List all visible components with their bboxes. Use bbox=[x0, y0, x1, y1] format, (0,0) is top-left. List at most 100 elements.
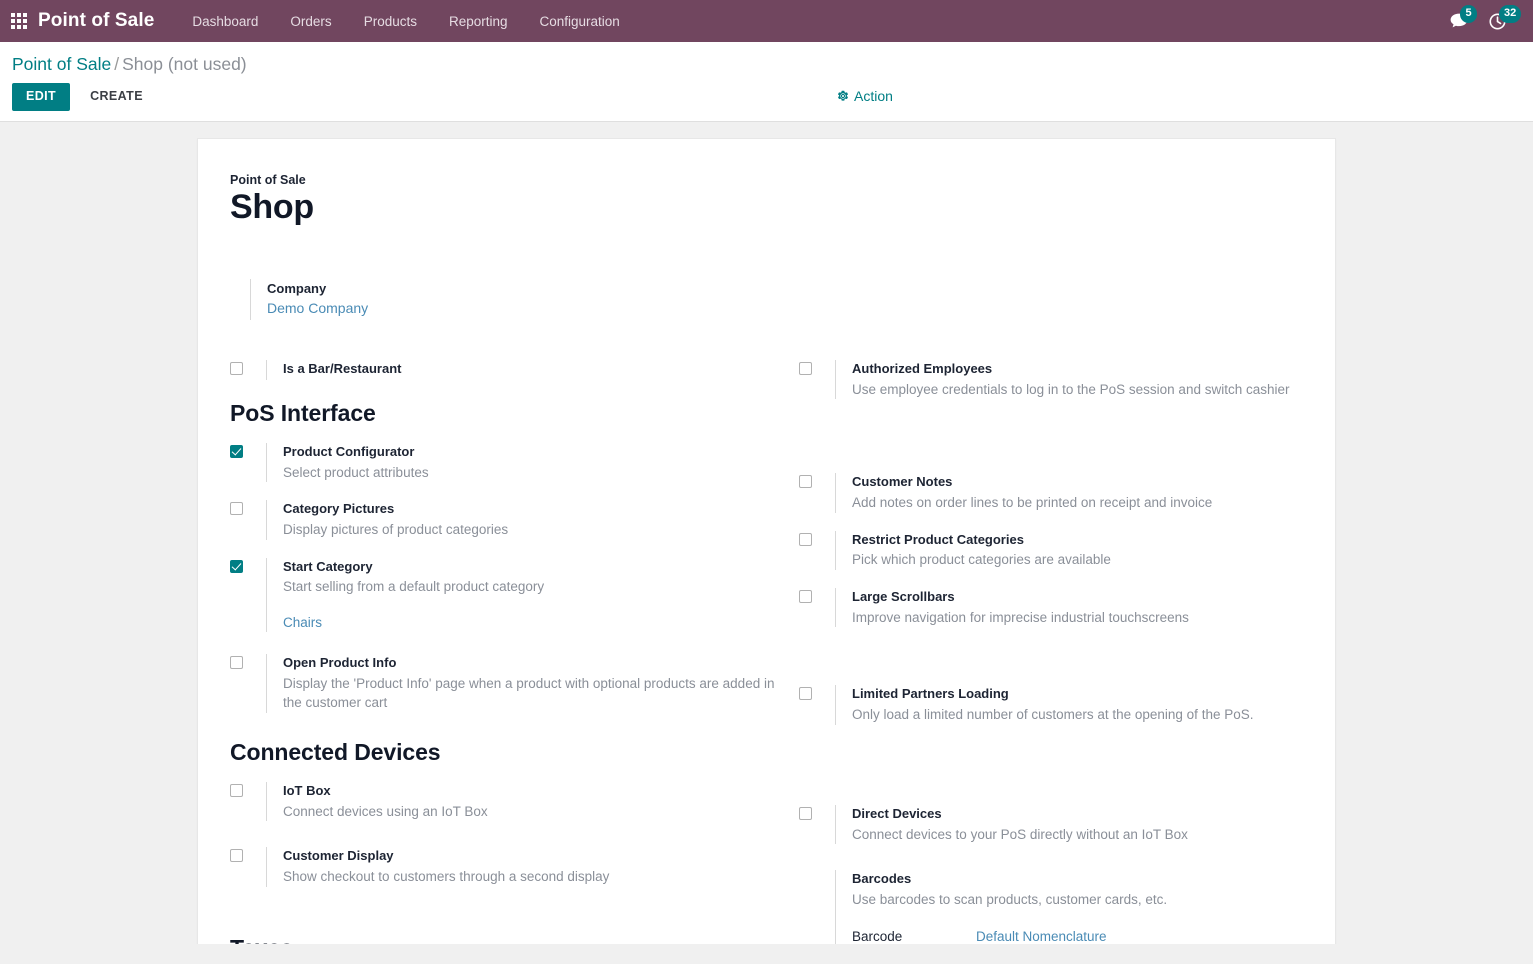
menu-item-orders[interactable]: Orders bbox=[274, 8, 347, 35]
large-scrollbars-checkbox[interactable] bbox=[799, 590, 812, 603]
menu-item-products[interactable]: Products bbox=[348, 8, 433, 35]
menu-item-reporting[interactable]: Reporting bbox=[433, 8, 524, 35]
setting-content: Restrict Product Categories Pick which p… bbox=[835, 530, 1319, 570]
setting-large-scrollbars[interactable]: Large Scrollbars Improve navigation for … bbox=[799, 588, 1319, 628]
form-scroll-area: Point of Sale Shop Company Demo Company … bbox=[0, 121, 1533, 944]
checkbox-cell bbox=[230, 782, 266, 797]
checkbox-cell bbox=[799, 588, 835, 603]
start-category-value-link[interactable]: Chairs bbox=[283, 615, 322, 630]
setting-is-bar-restaurant[interactable]: Is a Bar/Restaurant bbox=[230, 359, 783, 380]
setting-content: Customer Display Show checkout to custom… bbox=[266, 847, 783, 887]
setting-customer-display[interactable]: Customer Display Show checkout to custom… bbox=[230, 847, 783, 887]
setting-content: Large Scrollbars Improve navigation for … bbox=[835, 588, 1319, 628]
form-sheet: Point of Sale Shop Company Demo Company … bbox=[197, 137, 1336, 944]
direct-devices-checkbox[interactable] bbox=[799, 806, 812, 820]
setting-description: Use employee credentials to log in to th… bbox=[852, 381, 1290, 397]
action-menu-button[interactable]: Action bbox=[833, 85, 897, 107]
setting-content: Category Pictures Display pictures of pr… bbox=[266, 500, 783, 540]
checkbox-cell bbox=[799, 531, 835, 546]
setting-content: Authorized Employees Use employee creden… bbox=[835, 359, 1319, 400]
setting-authorized-employees[interactable]: Authorized Employees Use employee creden… bbox=[799, 359, 1319, 400]
setting-title: Barcodes bbox=[852, 871, 912, 887]
company-field-value[interactable]: Demo Company bbox=[267, 298, 368, 320]
limited-partners-loading-checkbox[interactable] bbox=[799, 687, 812, 701]
setting-content: IoT Box Connect devices using an IoT Box bbox=[266, 781, 783, 822]
setting-title: Start Category bbox=[283, 558, 373, 574]
settings-right-column: Authorized Employees Use employee creden… bbox=[783, 354, 1319, 944]
systray: 5 32 bbox=[1449, 4, 1523, 31]
restrict-product-categories-checkbox[interactable] bbox=[799, 532, 812, 546]
setting-open-product-info[interactable]: Open Product Info Display the 'Product I… bbox=[230, 654, 783, 713]
setting-content: Start Category Start selling from a defa… bbox=[266, 557, 783, 632]
setting-description: Only load a limited number of customers … bbox=[852, 707, 1254, 723]
section-title-taxes: Taxes bbox=[230, 935, 783, 944]
app-brand-title[interactable]: Point of Sale bbox=[38, 10, 154, 32]
setting-content: Product Configurator Select product attr… bbox=[266, 442, 783, 483]
category-pictures-checkbox[interactable] bbox=[230, 502, 243, 516]
setting-content: Open Product Info Display the 'Product I… bbox=[266, 654, 783, 713]
company-field-label: Company bbox=[267, 280, 327, 296]
setting-iot-box[interactable]: IoT Box Connect devices using an IoT Box bbox=[230, 781, 783, 822]
iot-box-checkbox[interactable] bbox=[230, 783, 243, 797]
activities-badge: 32 bbox=[1499, 4, 1522, 23]
breadcrumb-current: Shop (not used) bbox=[122, 54, 247, 74]
checkbox-cell bbox=[799, 805, 835, 820]
setting-content: Barcodes Use barcodes to scan products, … bbox=[835, 870, 1319, 944]
product-configurator-checkbox[interactable] bbox=[230, 444, 243, 458]
barcode-nomenclature-label: Barcode Nomenclature bbox=[852, 928, 903, 944]
breadcrumb: Point of Sale / Shop (not used) bbox=[0, 50, 1533, 77]
setting-content: Customer Notes Add notes on order lines … bbox=[835, 473, 1319, 513]
checkbox-cell bbox=[230, 847, 266, 863]
create-button[interactable]: CREATE bbox=[76, 83, 157, 111]
barcode-nomenclature-field: Barcode Nomenclature Default Nomenclatur… bbox=[852, 927, 1319, 944]
control-panel-buttons: EDIT CREATE Action bbox=[0, 77, 1533, 121]
setting-restrict-product-categories[interactable]: Restrict Product Categories Pick which p… bbox=[799, 530, 1319, 570]
setting-content: Direct Devices Connect devices to your P… bbox=[835, 804, 1319, 845]
checkbox-cell bbox=[230, 500, 266, 516]
breadcrumb-separator: / bbox=[114, 54, 120, 74]
is-bar-restaurant-checkbox[interactable] bbox=[230, 361, 243, 375]
authorized-employees-checkbox[interactable] bbox=[799, 361, 812, 375]
messages-button[interactable]: 5 bbox=[1449, 5, 1477, 30]
setting-description: Connect devices using an IoT Box bbox=[283, 803, 488, 819]
right-column-spacer-2 bbox=[783, 743, 1319, 805]
main-menu: Dashboard Orders Products Reporting Conf… bbox=[176, 8, 635, 35]
start-category-checkbox[interactable] bbox=[230, 559, 243, 573]
customer-notes-checkbox[interactable] bbox=[799, 475, 812, 489]
setting-title: Is a Bar/Restaurant bbox=[283, 360, 402, 376]
activities-button[interactable]: 32 bbox=[1488, 4, 1522, 31]
setting-title: Limited Partners Loading bbox=[852, 686, 1009, 702]
section-title-connected-devices: Connected Devices bbox=[230, 738, 441, 765]
company-field-group: Company Demo Company bbox=[250, 278, 550, 320]
setting-description: Use barcodes to scan products, customer … bbox=[852, 892, 1168, 908]
setting-title: IoT Box bbox=[283, 782, 331, 798]
menu-item-dashboard[interactable]: Dashboard bbox=[176, 8, 274, 35]
messages-badge: 5 bbox=[1460, 5, 1477, 23]
setting-direct-devices[interactable]: Direct Devices Connect devices to your P… bbox=[799, 804, 1319, 845]
page-title: Shop bbox=[230, 187, 314, 226]
setting-title: Large Scrollbars bbox=[852, 589, 955, 604]
checkbox-cell bbox=[799, 360, 835, 375]
setting-start-category[interactable]: Start Category Start selling from a defa… bbox=[230, 557, 783, 632]
setting-description: Display the 'Product Info' page when a p… bbox=[283, 675, 775, 711]
setting-description: Improve navigation for imprecise industr… bbox=[852, 609, 1189, 625]
checkbox-cell bbox=[799, 473, 835, 489]
right-column-spacer bbox=[783, 417, 1319, 473]
breadcrumb-root[interactable]: Point of Sale bbox=[12, 54, 111, 74]
barcode-nomenclature-value[interactable]: Default Nomenclature bbox=[976, 927, 1107, 944]
setting-description: Connect devices to your PoS directly wit… bbox=[852, 826, 1188, 842]
apps-grid-icon bbox=[11, 13, 27, 29]
edit-button[interactable]: EDIT bbox=[12, 83, 71, 111]
setting-description: Select product attributes bbox=[283, 464, 429, 480]
apps-menu-button[interactable] bbox=[0, 0, 38, 42]
open-product-info-checkbox[interactable] bbox=[230, 656, 243, 669]
checkbox-cell bbox=[230, 360, 266, 375]
setting-product-configurator[interactable]: Product Configurator Select product attr… bbox=[230, 442, 783, 483]
menu-item-configuration[interactable]: Configuration bbox=[524, 8, 636, 35]
setting-limited-partners-loading[interactable]: Limited Partners Loading Only load a lim… bbox=[799, 685, 1319, 725]
customer-display-checkbox[interactable] bbox=[230, 849, 243, 863]
setting-barcodes: Barcodes Use barcodes to scan products, … bbox=[799, 870, 1319, 944]
setting-category-pictures[interactable]: Category Pictures Display pictures of pr… bbox=[230, 500, 783, 540]
setting-customer-notes[interactable]: Customer Notes Add notes on order lines … bbox=[799, 473, 1319, 513]
setting-title: Open Product Info bbox=[283, 655, 397, 670]
